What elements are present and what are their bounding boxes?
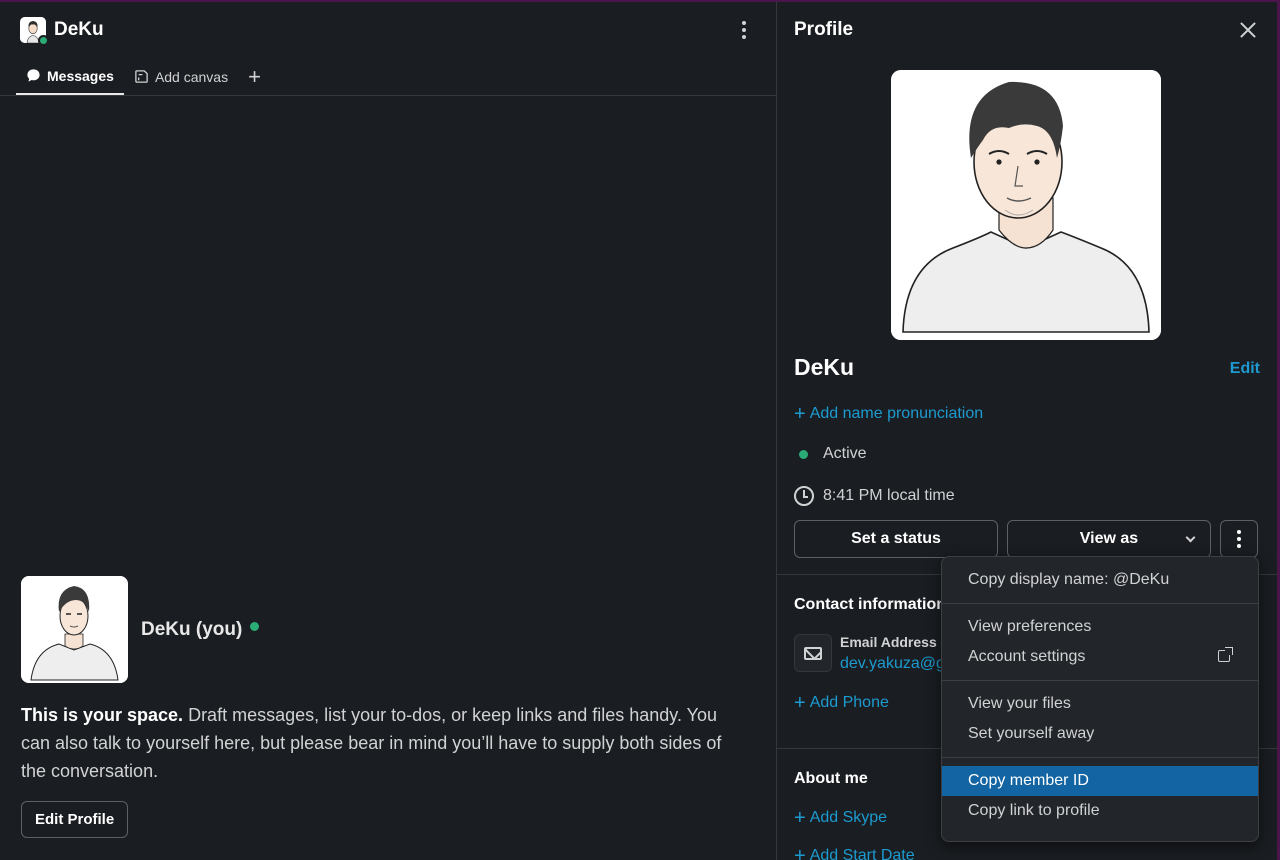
plus-icon: + bbox=[794, 403, 806, 425]
profile-actions-menu: Copy display name: @DeKu View preference… bbox=[941, 556, 1259, 842]
tab-label: Add canvas bbox=[154, 68, 229, 85]
menu-divider bbox=[942, 757, 1258, 758]
tab-add-canvas[interactable]: Add canvas bbox=[124, 58, 238, 95]
avatar-illustration-icon bbox=[891, 70, 1161, 340]
add-tab-icon[interactable]: + bbox=[238, 58, 271, 95]
chevron-down-icon bbox=[1185, 532, 1196, 543]
plus-icon: + bbox=[794, 807, 806, 829]
presence-status: Active bbox=[794, 445, 867, 463]
view-as-button[interactable]: View as bbox=[1007, 520, 1211, 558]
menu-item-label: Account settings bbox=[968, 648, 1086, 665]
profile-panel-title: Profile bbox=[794, 19, 854, 40]
presence-dot bbox=[799, 449, 808, 459]
edit-profile-button[interactable]: Edit Profile bbox=[21, 801, 129, 838]
external-link-icon bbox=[1218, 647, 1233, 662]
add-start-date-link[interactable]: + Add Start Date bbox=[794, 846, 915, 860]
channel-pane: DeKu Messages Add canvas + DeKu (you) Th… bbox=[0, 0, 776, 860]
menu-item-view-preferences[interactable]: View preferences bbox=[942, 612, 1258, 642]
channel-tabs: Messages Add canvas + bbox=[0, 58, 776, 96]
presence-label: Active bbox=[823, 445, 867, 462]
menu-item-copy-display-name[interactable]: Copy display name: @DeKu bbox=[942, 565, 1258, 595]
menu-divider bbox=[942, 603, 1258, 604]
email-icon bbox=[794, 634, 832, 672]
intro-user-name[interactable]: DeKu (you) bbox=[141, 619, 242, 641]
local-time-label: 8:41 PM local time bbox=[823, 487, 955, 504]
channel-title[interactable]: DeKu bbox=[54, 19, 104, 41]
intro-lead: This is your space. bbox=[21, 705, 184, 725]
intro-avatar[interactable] bbox=[21, 576, 128, 683]
presence-dot bbox=[250, 622, 260, 631]
add-name-pronunciation-link[interactable]: + Add name pronunciation bbox=[794, 404, 983, 424]
profile-photo[interactable] bbox=[891, 70, 1161, 340]
more-options-icon[interactable] bbox=[732, 18, 756, 42]
channel-avatar[interactable] bbox=[20, 17, 49, 46]
link-label: Add Start Date bbox=[809, 847, 915, 860]
plus-icon: + bbox=[794, 845, 806, 860]
email-label: Email Address bbox=[840, 634, 937, 650]
profile-header: Profile bbox=[777, 2, 1277, 58]
menu-item-copy-profile-link[interactable]: Copy link to profile bbox=[942, 796, 1258, 826]
more-actions-button[interactable] bbox=[1220, 520, 1258, 558]
menu-item-copy-member-id[interactable]: Copy member ID bbox=[942, 766, 1258, 796]
plus-icon: + bbox=[794, 692, 806, 714]
avatar-illustration-icon bbox=[21, 576, 128, 683]
message-bubble-icon bbox=[27, 69, 40, 82]
local-time: 8:41 PM local time bbox=[794, 486, 955, 506]
menu-item-set-away[interactable]: Set yourself away bbox=[942, 719, 1258, 749]
view-as-label: View as bbox=[1079, 530, 1139, 547]
clock-icon bbox=[794, 486, 814, 506]
set-status-button[interactable]: Set a status bbox=[794, 520, 998, 558]
canvas-icon bbox=[135, 70, 148, 83]
link-label: Add name pronunciation bbox=[809, 405, 984, 422]
menu-divider bbox=[942, 680, 1258, 681]
channel-header: DeKu bbox=[0, 2, 776, 58]
add-skype-link[interactable]: + Add Skype bbox=[794, 808, 887, 828]
kebab-icon bbox=[1237, 530, 1241, 534]
about-me-heading: About me bbox=[794, 770, 868, 787]
channel-intro: DeKu (you) This is your space. Draft mes… bbox=[21, 576, 751, 838]
presence-dot bbox=[38, 35, 49, 46]
edit-profile-link[interactable]: Edit bbox=[1230, 360, 1260, 378]
add-phone-link[interactable]: + Add Phone bbox=[794, 693, 889, 713]
link-label: Add Phone bbox=[809, 694, 889, 711]
close-icon[interactable] bbox=[1236, 18, 1260, 42]
profile-name: DeKu bbox=[794, 354, 855, 380]
intro-description: This is your space. Draft messages, list… bbox=[21, 701, 751, 785]
tab-label: Messages bbox=[47, 67, 114, 84]
menu-item-view-files[interactable]: View your files bbox=[942, 689, 1258, 719]
link-label: Add Skype bbox=[809, 809, 888, 826]
tab-messages[interactable]: Messages bbox=[16, 58, 124, 95]
menu-item-account-settings[interactable]: Account settings bbox=[942, 642, 1258, 672]
contact-info-heading: Contact information bbox=[794, 596, 946, 613]
